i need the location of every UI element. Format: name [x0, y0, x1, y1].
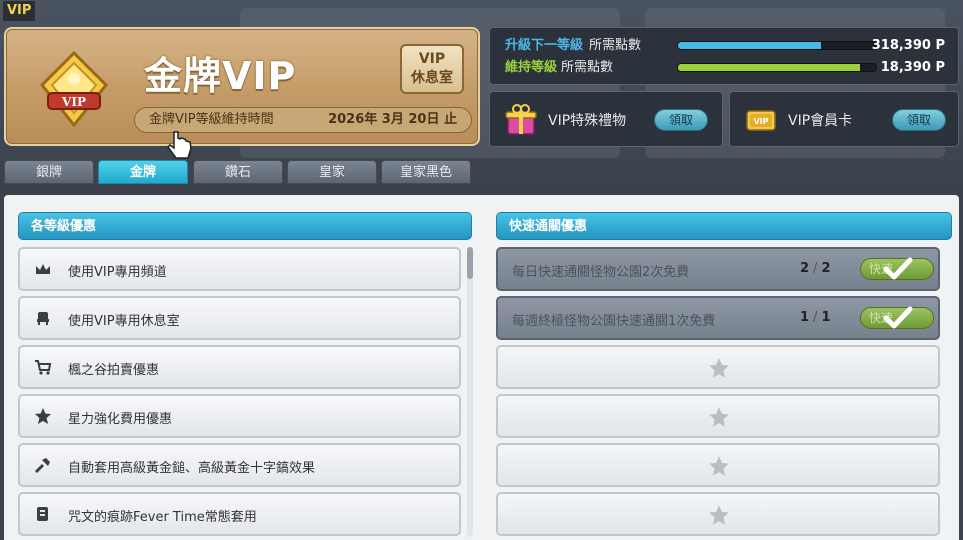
maintain-points-row: 維持等級 所需點數 18,390 P [505, 58, 955, 78]
benefit-label: 星力強化費用優惠 [68, 412, 173, 427]
benefit-label: 楓之谷拍賣優惠 [68, 363, 160, 378]
count-total: 2 [821, 261, 831, 276]
svg-text:VIP: VIP [753, 117, 768, 126]
quick-pass-header: 快速通關優惠 [496, 212, 952, 240]
empty-slot [496, 345, 940, 389]
tier-card: VIP 金牌VIP VIP 休息室 金牌VIP等級維持時間 2026年 3月 2… [4, 27, 480, 146]
checkmark-icon [883, 257, 913, 280]
quick-pass-count: 1/1 [800, 310, 830, 325]
quick-pass-item: 每週終極怪物公園快速通關1次免費 1/1 快速 [496, 296, 940, 340]
benefit-label: 使用VIP專用休息室 [68, 314, 180, 329]
empty-slot [496, 394, 940, 438]
benefit-item: 使用VIP專用休息室 [18, 296, 461, 340]
upgrade-label-rest: 所需點數 [589, 38, 642, 53]
quick-pass-label: 每週終極怪物公園快速通關1次免費 [512, 314, 716, 329]
hand-cursor-icon [167, 131, 192, 159]
empty-slot [496, 492, 940, 536]
benefit-item: 星力強化費用優惠 [18, 394, 461, 438]
benefit-item: 楓之谷拍賣優惠 [18, 345, 461, 389]
quick-pass-count: 2/2 [800, 261, 830, 276]
maintain-label-em: 維持等級 [505, 60, 558, 75]
benefit-item: 使用VIP專用頻道 [18, 247, 461, 291]
benefit-label: 咒文的痕跡Fever Time常態套用 [68, 510, 257, 525]
count-separator: / [813, 310, 818, 325]
tier-title: 金牌VIP [144, 54, 297, 98]
benefits-header: 各等級優惠 [18, 212, 472, 240]
vip-gift-panel: VIP特殊禮物 領取 [489, 91, 723, 147]
claim-gift-button[interactable]: 領取 [654, 109, 708, 131]
points-panel: 升級下一等級 所需點數 318,390 P 維持等級 所需點數 18,390 P [489, 27, 959, 85]
claim-card-button[interactable]: 領取 [892, 109, 946, 131]
vip-card-panel: VIP VIP會員卡 領取 [729, 91, 959, 147]
upgrade-label-em: 升級下一等級 [505, 38, 584, 53]
gold-vip-badge-icon: VIP [39, 50, 109, 128]
benefit-label: 使用VIP專用頻道 [68, 265, 167, 280]
tab-gold[interactable]: 金牌 [98, 160, 188, 184]
vip-gift-label: VIP特殊禮物 [548, 113, 627, 129]
vip-card-label: VIP會員卡 [788, 113, 853, 129]
benefit-label: 自動套用高級黃金鎚、高級黃金十字鎬效果 [68, 461, 316, 476]
quick-pass-item: 每日快速通關怪物公園2次免費 2/2 快速 [496, 247, 940, 291]
quick-pass-button[interactable]: 快速 [860, 257, 934, 280]
quick-pass-button[interactable]: 快速 [860, 306, 934, 329]
window-title: VIP [3, 1, 36, 21]
upgrade-progress-fill [678, 42, 821, 49]
maintain-progress-fill [678, 64, 861, 71]
maintain-expiry-date: 2026年 3月 20日 止 [328, 112, 457, 127]
maintain-time-label: 金牌VIP等級維持時間 [149, 112, 274, 127]
upgrade-points-row: 升級下一等級 所需點數 318,390 P [505, 36, 955, 56]
maintain-points-value: 18,390 P [880, 60, 945, 75]
benefit-item: 自動套用高級黃金鎚、高級黃金十字鎬效果 [18, 443, 461, 487]
benefits-scrollbar[interactable] [467, 247, 473, 537]
star-placeholder-icon [709, 456, 729, 476]
checkmark-icon [883, 306, 913, 329]
vip-card-icon: VIP [746, 110, 776, 131]
hammer-icon [34, 458, 50, 474]
cart-icon [35, 360, 52, 375]
maintain-progress-bar [677, 63, 877, 72]
count-done: 2 [800, 261, 810, 276]
tab-royal-black[interactable]: 皇家黑色 [381, 160, 471, 184]
svg-text:VIP: VIP [61, 95, 86, 109]
empty-slot [496, 443, 940, 487]
maintain-label-rest: 所需點數 [561, 60, 614, 75]
count-done: 1 [800, 310, 810, 325]
star-placeholder-icon [709, 407, 729, 427]
tab-diamond[interactable]: 鑽石 [193, 160, 283, 184]
tab-silver[interactable]: 銀牌 [4, 160, 94, 184]
main-content: 各等級優惠 快速通關優惠 使用VIP專用頻道 使用VIP專用休息室 楓之谷拍賣優… [4, 195, 959, 540]
quick-pass-label: 每日快速通關怪物公園2次免費 [512, 265, 690, 280]
vip-lounge-button[interactable]: VIP 休息室 [400, 44, 464, 94]
star-icon [35, 408, 51, 424]
upgrade-points-value: 318,390 P [871, 38, 945, 53]
vip-lounge-label-1: VIP [418, 51, 446, 67]
star-placeholder-icon [709, 505, 729, 525]
count-total: 1 [821, 310, 831, 325]
gift-box-icon [505, 104, 537, 135]
star-placeholder-icon [709, 358, 729, 378]
scroll-icon [37, 507, 48, 521]
vip-lounge-label-2: 休息室 [411, 70, 453, 86]
crown-icon [36, 264, 50, 274]
benefit-item: 咒文的痕跡Fever Time常態套用 [18, 492, 461, 536]
upgrade-progress-bar [677, 41, 877, 50]
benefits-scroll-thumb[interactable] [467, 247, 473, 279]
chair-icon [37, 312, 49, 325]
tab-royal[interactable]: 皇家 [287, 160, 377, 184]
count-separator: / [813, 261, 818, 276]
